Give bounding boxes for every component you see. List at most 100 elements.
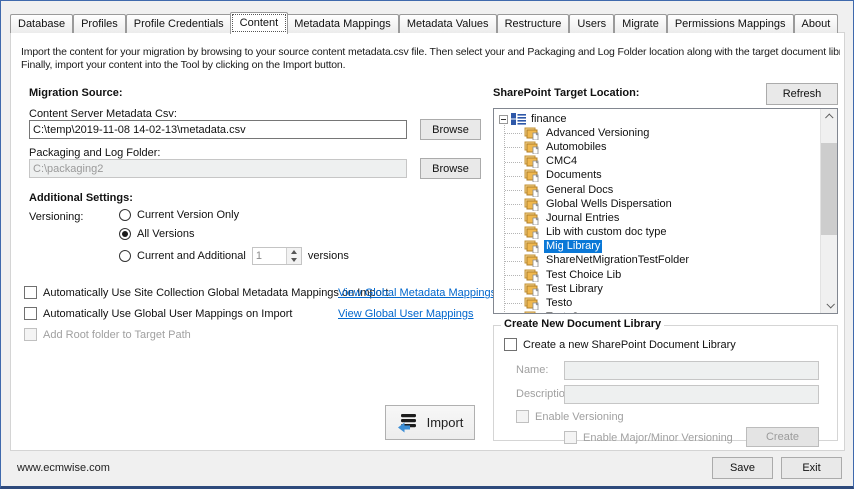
document-library-icon xyxy=(524,198,540,211)
app-window: DatabaseProfilesProfile CredentialsConte… xyxy=(0,0,854,489)
tree-item-label[interactable]: Automobiles xyxy=(544,141,609,154)
document-library-icon xyxy=(524,311,540,314)
checkbox-label: Automatically Use Site Collection Global… xyxy=(43,287,388,299)
tree-item-documents[interactable]: Documents xyxy=(494,169,820,183)
checkbox-create-new-library[interactable]: Create a new SharePoint Document Library xyxy=(504,338,736,351)
tab-users[interactable]: Users xyxy=(569,14,614,33)
tree-item-label[interactable]: General Docs xyxy=(544,184,615,197)
create-library-group: Create New Document Library Create a new… xyxy=(493,325,838,441)
checkbox-global-metadata-mappings[interactable]: Automatically Use Site Collection Global… xyxy=(24,286,388,299)
document-library-icon xyxy=(524,184,540,197)
tree-item-label[interactable]: Test Choice Lib xyxy=(544,269,623,282)
tree-item-label[interactable]: Documents xyxy=(544,169,604,182)
tree-root-finance[interactable]: finance xyxy=(494,112,820,126)
instructions-line2: Finally, import your content into the To… xyxy=(21,59,840,72)
tree-item-automobiles[interactable]: Automobiles xyxy=(494,140,820,154)
tree-item-label[interactable]: Testo2 xyxy=(544,311,580,314)
stepper-up-icon[interactable] xyxy=(287,248,301,256)
tree-item-label[interactable]: CMC4 xyxy=(544,155,579,168)
migration-source-title: Migration Source: xyxy=(29,87,123,99)
tree-item-test-choice-lib[interactable]: Test Choice Lib xyxy=(494,268,820,282)
tree-scrollbar[interactable] xyxy=(820,109,837,313)
checkbox-label: Enable Versioning xyxy=(535,411,624,423)
tree-item-label[interactable]: ShareNetMigrationTestFolder xyxy=(544,254,691,267)
additional-settings-title: Additional Settings: xyxy=(29,192,133,204)
sharepoint-site-icon xyxy=(511,113,526,125)
tree-branch-line xyxy=(505,218,522,219)
tab-metadata-mappings[interactable]: Metadata Mappings xyxy=(286,14,399,33)
tree-item-label[interactable]: Test Library xyxy=(544,283,605,296)
tree-branch-line xyxy=(505,247,522,248)
tree-item-cmc4[interactable]: CMC4 xyxy=(494,155,820,169)
tree-item-sharenetmigrationtestfolder[interactable]: ShareNetMigrationTestFolder xyxy=(494,254,820,268)
tree-item-label[interactable]: Advanced Versioning xyxy=(544,127,651,140)
checkbox-enable-versioning: Enable Versioning xyxy=(516,410,624,423)
tree-item-label[interactable]: Global Wells Dispersation xyxy=(544,198,674,211)
view-global-metadata-mappings-link[interactable]: View Global Metadata Mappings xyxy=(338,287,496,299)
description-field xyxy=(564,385,819,404)
tab-permissions-mappings[interactable]: Permissions Mappings xyxy=(667,14,794,33)
checkbox-icon xyxy=(504,338,517,351)
refresh-button[interactable]: Refresh xyxy=(766,83,838,105)
document-library-icon xyxy=(524,212,540,225)
tab-database[interactable]: Database xyxy=(10,14,73,33)
tab-profile-credentials[interactable]: Profile Credentials xyxy=(126,14,232,33)
exit-button[interactable]: Exit xyxy=(781,457,842,479)
tree-item-advanced-versioning[interactable]: Advanced Versioning xyxy=(494,126,820,140)
create-button: Create xyxy=(746,427,819,447)
view-global-user-mappings-link[interactable]: View Global User Mappings xyxy=(338,308,474,320)
checkbox-disabled-icon xyxy=(564,431,577,444)
tab-profiles[interactable]: Profiles xyxy=(73,14,126,33)
versioning-label: Versioning: xyxy=(29,211,83,223)
tree-item-testo2[interactable]: Testo2 xyxy=(494,311,820,314)
tree-inner: finance Advanced VersioningAutomobilesCM… xyxy=(494,109,820,313)
stepper-arrows[interactable] xyxy=(286,248,301,264)
tab-metadata-values[interactable]: Metadata Values xyxy=(399,14,497,33)
document-library-icon xyxy=(524,283,540,296)
tab-content[interactable]: Content xyxy=(230,12,289,34)
radio-current-and-additional[interactable]: Current and Additional 1 versions xyxy=(119,247,349,265)
scroll-up-icon[interactable] xyxy=(821,109,838,125)
tree-item-label[interactable]: Testo xyxy=(544,297,574,310)
radio-all-versions[interactable]: All Versions xyxy=(119,228,194,240)
document-library-icon xyxy=(524,169,540,182)
radio-current-version-only[interactable]: Current Version Only xyxy=(119,209,239,221)
instructions-line1: Import the content for your migration by… xyxy=(21,46,840,59)
additional-versions-stepper[interactable]: 1 xyxy=(252,247,302,265)
folder-browse-button[interactable]: Browse xyxy=(420,158,481,179)
tree-item-mig-library[interactable]: Mig Library xyxy=(494,240,820,254)
sharepoint-target-title: SharePoint Target Location: xyxy=(493,87,639,99)
tree-branch-line xyxy=(505,303,522,304)
save-button[interactable]: Save xyxy=(712,457,773,479)
csv-path-input[interactable] xyxy=(29,120,407,139)
csv-browse-button[interactable]: Browse xyxy=(420,119,481,140)
collapse-minus-icon[interactable] xyxy=(499,115,508,124)
tree-root-label[interactable]: finance xyxy=(529,113,568,126)
checkbox-icon xyxy=(24,286,37,299)
tree-item-label[interactable]: Mig Library xyxy=(544,240,602,253)
tab-migrate[interactable]: Migrate xyxy=(614,14,667,33)
tab-about[interactable]: About xyxy=(794,14,839,33)
sharepoint-target-tree[interactable]: finance Advanced VersioningAutomobilesCM… xyxy=(493,108,838,314)
tree-branch-line xyxy=(505,176,522,177)
stepper-down-icon[interactable] xyxy=(287,256,301,264)
tree-branch-line xyxy=(505,190,522,191)
tree-item-test-library[interactable]: Test Library xyxy=(494,282,820,296)
tree-item-testo[interactable]: Testo xyxy=(494,296,820,310)
scrollbar-thumb[interactable] xyxy=(821,143,838,235)
ecmwise-site-label: www.ecmwise.com xyxy=(17,462,110,474)
tree-item-global-wells-dispersation[interactable]: Global Wells Dispersation xyxy=(494,197,820,211)
tree-item-label[interactable]: Journal Entries xyxy=(544,212,621,225)
scroll-down-icon[interactable] xyxy=(821,297,838,313)
radio-label: Current Version Only xyxy=(137,209,239,221)
checkbox-enable-major-minor: Enable Major/Minor Versioning xyxy=(564,431,733,444)
import-button[interactable]: Import xyxy=(385,405,475,440)
checkbox-add-root-folder: Add Root folder to Target Path xyxy=(24,328,191,341)
tree-item-general-docs[interactable]: General Docs xyxy=(494,183,820,197)
tree-item-journal-entries[interactable]: Journal Entries xyxy=(494,211,820,225)
tab-restructure[interactable]: Restructure xyxy=(497,14,570,33)
tree-item-lib-with-custom-doc-type[interactable]: Lib with custom doc type xyxy=(494,226,820,240)
import-button-label: Import xyxy=(427,415,464,430)
checkbox-global-user-mappings[interactable]: Automatically Use Global User Mappings o… xyxy=(24,307,292,320)
tree-item-label[interactable]: Lib with custom doc type xyxy=(544,226,668,239)
